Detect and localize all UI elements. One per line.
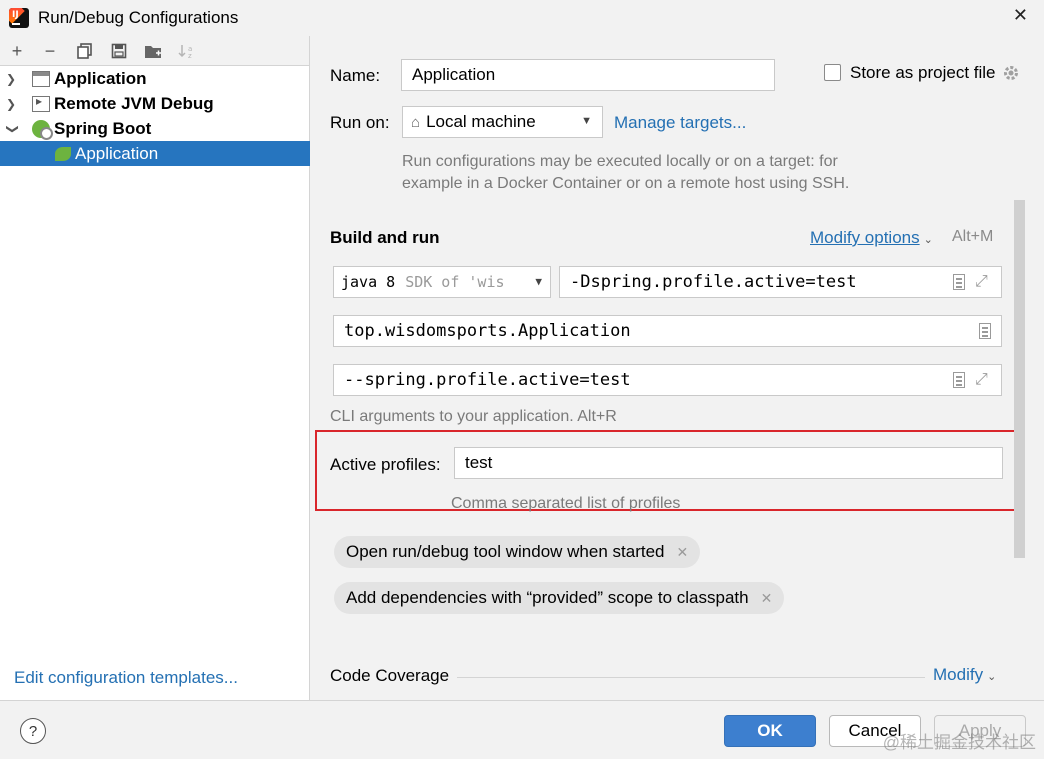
remove-icon[interactable]: −: [38, 39, 62, 63]
chevron-right-icon[interactable]: ❯: [6, 97, 20, 111]
chevron-down-icon: ▼: [535, 275, 542, 288]
window-title: Run/Debug Configurations: [38, 8, 239, 27]
jdk-value: java 8: [341, 273, 396, 291]
configuration-form: Name: Application Store as project file …: [311, 36, 1044, 700]
option-chip[interactable]: Open run/debug tool window when started …: [334, 536, 701, 568]
main-class-value: top.wisdomsports.Application: [344, 321, 631, 341]
chevron-down-icon[interactable]: ❯: [6, 122, 20, 136]
name-field[interactable]: Application: [401, 59, 775, 91]
jdk-suffix: SDK of 'wis: [405, 273, 505, 291]
active-profiles-field[interactable]: test: [454, 447, 1003, 479]
add-icon[interactable]: +: [5, 39, 29, 63]
remove-chip-icon[interactable]: ✕: [761, 590, 773, 607]
title-bar: IJ Run/Debug Configurations ✕: [0, 0, 1044, 36]
spring-app-icon: [55, 146, 71, 161]
cli-arguments-hint: CLI arguments to your application. Alt+R: [330, 408, 617, 425]
remove-chip-icon[interactable]: ✕: [676, 544, 688, 561]
chevron-right-icon[interactable]: ❯: [6, 72, 20, 86]
expand-icon[interactable]: [975, 271, 991, 291]
ok-button[interactable]: OK: [724, 715, 816, 747]
dialog-button-bar: ? OK Cancel Apply @稀土掘金技术社区: [0, 700, 1044, 759]
main-class-field[interactable]: top.wisdomsports.Application: [333, 315, 1002, 347]
run-on-label: Run on:: [330, 113, 390, 132]
tree-item-spring-application[interactable]: Application: [0, 141, 310, 166]
store-as-project-file-checkbox[interactable]: [824, 64, 841, 81]
copy-icon[interactable]: [73, 39, 97, 63]
run-on-hint-line: example in a Docker Container or on a re…: [402, 175, 850, 192]
tree-item-spring-boot[interactable]: ❯ Spring Boot: [0, 116, 310, 141]
sort-icon[interactable]: az: [175, 39, 199, 63]
remote-debug-icon: [32, 94, 50, 112]
expand-icon[interactable]: [975, 369, 991, 389]
chevron-down-icon: ▼: [581, 115, 592, 127]
watermark: @稀土掘金技术社区: [882, 733, 1036, 752]
store-as-project-file-label[interactable]: Store as project file: [850, 63, 996, 83]
tree-item-label: Application: [75, 143, 159, 163]
jdk-dropdown[interactable]: java 8 SDK of 'wis ▼: [333, 266, 551, 298]
build-and-run-title: Build and run: [330, 228, 440, 247]
program-arguments-field[interactable]: --spring.profile.active=test: [333, 364, 1002, 396]
code-coverage-modify-link[interactable]: Modify ⌄: [933, 665, 996, 685]
tree-toolbar: + − az: [0, 36, 309, 66]
code-coverage-title: Code Coverage: [330, 666, 450, 685]
gear-icon[interactable]: [1002, 64, 1020, 82]
chip-label: Open run/debug tool window when started: [346, 542, 665, 561]
scrollbar[interactable]: [1014, 200, 1025, 558]
svg-text:z: z: [188, 52, 192, 59]
spring-boot-icon: [32, 119, 53, 140]
divider: [457, 677, 925, 678]
run-on-value: Local machine: [426, 112, 536, 131]
edit-configuration-templates-link[interactable]: Edit configuration templates...: [14, 668, 238, 688]
name-label: Name:: [330, 66, 381, 85]
tree-item-application[interactable]: ❯ Application: [0, 66, 310, 91]
modify-options-shortcut: Alt+M: [952, 228, 994, 245]
intellij-logo-icon: IJ: [9, 8, 29, 28]
document-icon[interactable]: [953, 372, 965, 388]
run-on-hint-line: Run configurations may be executed local…: [402, 153, 838, 170]
active-profiles-hint: Comma separated list of profiles: [451, 495, 681, 512]
tree-item-label: Spring Boot: [54, 118, 152, 138]
modify-options-link[interactable]: Modify options ⌄: [810, 228, 933, 248]
document-icon[interactable]: [979, 323, 991, 339]
tree-item-label: Application: [54, 68, 147, 88]
vm-options-field[interactable]: -Dspring.profile.active=test: [559, 266, 1002, 298]
help-icon[interactable]: ?: [20, 718, 46, 744]
tree-item-label: Remote JVM Debug: [54, 93, 214, 113]
option-chip[interactable]: Add dependencies with “provided” scope t…: [334, 582, 785, 614]
manage-targets-link[interactable]: Manage targets...: [614, 113, 746, 133]
folder-icon[interactable]: [141, 39, 165, 63]
document-icon[interactable]: [953, 274, 965, 290]
application-config-icon: [32, 70, 50, 87]
home-icon: ⌂: [411, 113, 421, 131]
vm-options-value: -Dspring.profile.active=test: [570, 272, 857, 292]
run-on-hint: Run configurations may be executed local…: [402, 151, 849, 195]
run-on-dropdown[interactable]: ⌂ Local machine ▼: [402, 106, 603, 138]
save-icon[interactable]: [107, 39, 131, 63]
close-icon[interactable]: ✕: [1013, 5, 1028, 26]
chip-label: Add dependencies with “provided” scope t…: [346, 588, 749, 607]
chevron-down-icon: ⌄: [987, 671, 997, 683]
configurations-tree-panel: + − az ❯ Application ❯ Remote JVM Debug …: [0, 36, 310, 700]
chevron-down-icon: ⌄: [923, 234, 933, 246]
tree-item-remote-jvm-debug[interactable]: ❯ Remote JVM Debug: [0, 91, 310, 116]
program-arguments-value: --spring.profile.active=test: [344, 370, 631, 390]
active-profiles-label: Active profiles:: [330, 455, 441, 474]
